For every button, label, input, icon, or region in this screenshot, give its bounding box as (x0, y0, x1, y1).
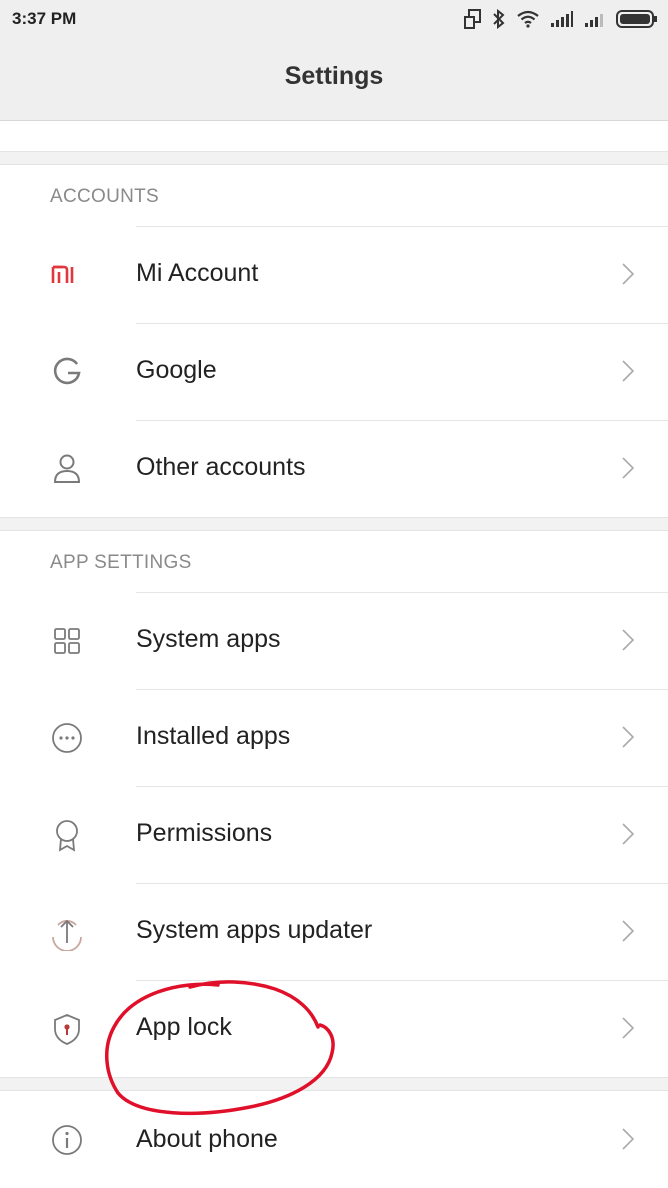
row-label: Installed apps (136, 722, 291, 750)
mi-logo-icon (51, 265, 74, 283)
status-bar: 3:37 PM (0, 0, 668, 38)
chevron-right-icon (622, 1128, 634, 1150)
row-label: System apps (136, 625, 281, 653)
badge-icon (56, 820, 78, 852)
chevron-right-icon (622, 629, 634, 651)
divider (136, 689, 668, 690)
accounts-header: ACCOUNTS (50, 186, 160, 207)
divider (136, 592, 668, 593)
divider (136, 786, 668, 787)
row-label: Google (136, 356, 217, 384)
account-item-mi-account[interactable]: Mi Account (0, 226, 668, 323)
chevron-right-icon (622, 920, 634, 942)
divider (136, 226, 668, 227)
account-item-google[interactable]: Google (0, 323, 668, 420)
accounts-section: ACCOUNTS Mi Account Google Other account… (0, 165, 668, 517)
section-gap (0, 151, 668, 165)
grid-icon (54, 628, 80, 654)
divider (136, 323, 668, 324)
row-label: System apps updater (136, 916, 373, 944)
google-icon (53, 357, 81, 385)
chevron-right-icon (622, 457, 634, 479)
chevron-right-icon (622, 726, 634, 748)
annotation-circle (105, 980, 335, 1116)
row-label: Other accounts (136, 453, 306, 481)
account-item-other-accounts[interactable]: Other accounts (0, 420, 668, 517)
chevron-right-icon (622, 823, 634, 845)
chevron-right-icon (622, 263, 634, 285)
signal-icon-2 (585, 14, 603, 27)
upload-arrow-icon (52, 919, 82, 951)
row-label: About phone (136, 1125, 278, 1153)
row-label: Mi Account (136, 259, 259, 287)
section-gap (0, 517, 668, 531)
bluetooth-icon (493, 9, 505, 29)
shield-lock-icon (54, 1014, 80, 1045)
top-strip (0, 121, 668, 151)
divider (136, 420, 668, 421)
info-icon (52, 1125, 82, 1155)
divider (136, 883, 668, 884)
signal-icon (551, 11, 573, 27)
page-title: Settings (284, 62, 384, 90)
person-icon (53, 454, 81, 483)
chevron-right-icon (622, 360, 634, 382)
title-bar: Settings (0, 38, 668, 120)
screen-rotate-icon (464, 9, 481, 29)
app-setting-item-permissions[interactable]: Permissions (0, 786, 668, 883)
battery-icon (616, 10, 657, 28)
app-setting-item-installed-apps[interactable]: Installed apps (0, 689, 668, 786)
status-time: 3:37 PM (12, 9, 77, 28)
app-setting-item-system-apps[interactable]: System apps (0, 592, 668, 689)
app-settings-header: APP SETTINGS (50, 552, 192, 573)
chevron-right-icon (622, 1017, 634, 1039)
wifi-icon (517, 10, 539, 28)
app-setting-item-system-apps-updater[interactable]: System apps updater (0, 883, 668, 980)
row-label: Permissions (136, 819, 273, 847)
more-dots-icon (52, 723, 82, 753)
status-icons (464, 8, 658, 30)
